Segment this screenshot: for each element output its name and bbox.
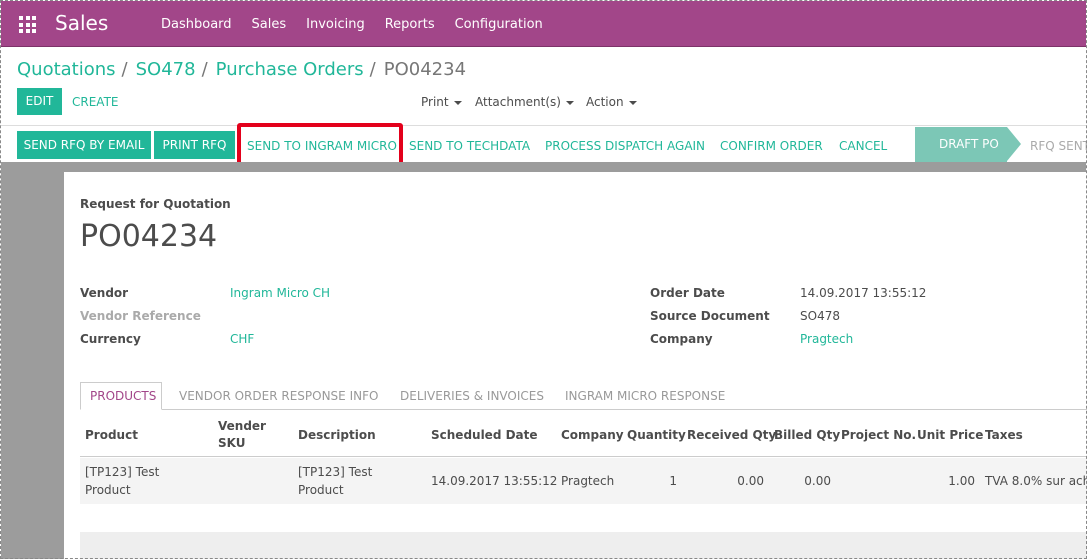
breadcrumb-separator: / <box>369 59 376 80</box>
app-title: Sales <box>55 11 109 35</box>
cell-unit-price: 1.00 <box>948 474 975 488</box>
top-navbar: Sales Dashboard Sales Invoicing Reports … <box>1 1 1086 47</box>
breadcrumb: Quotations / SO478 / Purchase Orders / P… <box>17 59 466 80</box>
tab-deliveries-invoices[interactable]: DELIVERIES & INVOICES <box>400 389 544 403</box>
caret-down-icon <box>628 100 637 105</box>
cell-product-line2: Product <box>85 483 131 497</box>
source-document-value: SO478 <box>800 309 840 323</box>
col-scheduled-date[interactable]: Scheduled Date <box>431 428 538 442</box>
vendor-reference-label: Vendor Reference <box>80 309 201 323</box>
create-button[interactable]: CREATE <box>72 95 119 109</box>
company-value[interactable]: Pragtech <box>800 332 853 346</box>
col-vendor-sku-line2[interactable]: SKU <box>218 436 245 450</box>
cell-description-line2: Product <box>298 483 344 497</box>
tab-ingram-micro-response[interactable]: INGRAM MICRO RESPONSE <box>565 389 725 403</box>
notebook-tabs: PRODUCTS VENDOR ORDER RESPONSE INFO DELI… <box>80 382 1087 410</box>
menu-item-reports[interactable]: Reports <box>385 17 435 32</box>
col-company[interactable]: Company <box>561 428 624 442</box>
order-date-value: 14.09.2017 13:55:12 <box>800 286 927 300</box>
breadcrumb-separator: / <box>121 59 128 80</box>
col-received-qty[interactable]: Received Qty <box>687 428 776 442</box>
menu-item-invoicing[interactable]: Invoicing <box>306 17 365 32</box>
col-project-no[interactable]: Project No. <box>841 428 916 442</box>
menu-item-configuration[interactable]: Configuration <box>455 17 543 32</box>
send-rfq-email-button[interactable]: SEND RFQ BY EMAIL <box>17 131 151 159</box>
cell-company: Pragtech <box>561 474 615 488</box>
action-dropdown[interactable]: Action <box>586 95 637 109</box>
currency-value[interactable]: CHF <box>230 332 254 346</box>
stage-rfq-sent[interactable]: RFQ SENT <box>1030 139 1087 153</box>
cell-taxes: TVA 8.0% sur ach <box>985 474 1087 488</box>
col-description[interactable]: Description <box>298 428 376 442</box>
cell-received-qty: 0.00 <box>737 474 764 488</box>
tab-vendor-order-response-info[interactable]: VENDOR ORDER RESPONSE INFO <box>179 389 378 403</box>
company-label: Company <box>650 332 713 346</box>
table-row[interactable]: [TP123] Test Product [TP123] Test Produc… <box>80 458 1087 504</box>
col-quantity[interactable]: Quantity <box>627 428 686 442</box>
breadcrumb-so478[interactable]: SO478 <box>136 59 196 80</box>
breadcrumb-purchase-orders[interactable]: Purchase Orders <box>216 59 364 80</box>
col-taxes[interactable]: Taxes <box>985 428 1023 442</box>
attachment-dropdown[interactable]: Attachment(s) <box>475 95 574 109</box>
print-rfq-button[interactable]: PRINT RFQ <box>154 131 235 159</box>
send-to-techdata-button[interactable]: SEND TO TECHDATA <box>409 139 530 153</box>
tab-products[interactable]: PRODUCTS <box>90 389 156 403</box>
breadcrumb-current: PO04234 <box>383 59 467 80</box>
print-dropdown-label: Print <box>421 95 449 109</box>
cancel-button[interactable]: CANCEL <box>839 139 887 153</box>
action-dropdown-label: Action <box>586 95 624 109</box>
confirm-order-button[interactable]: CONFIRM ORDER <box>720 139 823 153</box>
stage-draft-po: DRAFT PO <box>915 127 1021 162</box>
col-billed-qty[interactable]: Billed Qty <box>774 428 840 442</box>
cell-description-line1: [TP123] Test <box>298 465 373 479</box>
vendor-label: Vendor <box>80 286 129 300</box>
col-product[interactable]: Product <box>85 428 138 442</box>
table-footer <box>80 532 1087 559</box>
vendor-value[interactable]: Ingram Micro CH <box>230 286 330 300</box>
cell-billed-qty: 0.00 <box>804 474 831 488</box>
table-header: Product Vender SKU Description Scheduled… <box>80 411 1087 457</box>
cell-scheduled-date: 14.09.2017 13:55:12 <box>431 474 558 488</box>
edit-button[interactable]: EDIT <box>17 88 62 115</box>
caret-down-icon <box>453 100 462 105</box>
menu-item-dashboard[interactable]: Dashboard <box>161 17 232 32</box>
menu-item-sales[interactable]: Sales <box>252 17 287 32</box>
document-type: Request for Quotation <box>80 197 231 211</box>
main-menu: Dashboard Sales Invoicing Reports Config… <box>161 17 563 32</box>
process-dispatch-again-button[interactable]: PROCESS DISPATCH AGAIN <box>545 139 705 153</box>
attachment-dropdown-label: Attachment(s) <box>475 95 561 109</box>
caret-down-icon <box>565 100 574 105</box>
statusbar: SEND RFQ BY EMAIL PRINT RFQ SEND TO INGR… <box>1 125 1087 162</box>
order-date-label: Order Date <box>650 286 725 300</box>
document-name: PO04234 <box>80 219 218 254</box>
print-dropdown[interactable]: Print <box>421 95 462 109</box>
source-document-label: Source Document <box>650 309 770 323</box>
col-unit-price[interactable]: Unit Price <box>917 428 983 442</box>
apps-grid-icon[interactable] <box>19 16 36 33</box>
currency-label: Currency <box>80 332 141 346</box>
col-vendor-sku-line1[interactable]: Vender <box>218 419 266 433</box>
breadcrumb-quotations[interactable]: Quotations <box>17 59 116 80</box>
breadcrumb-separator: / <box>201 59 208 80</box>
cell-product-line1: [TP123] Test <box>85 465 160 479</box>
cell-quantity: 1 <box>669 474 677 488</box>
